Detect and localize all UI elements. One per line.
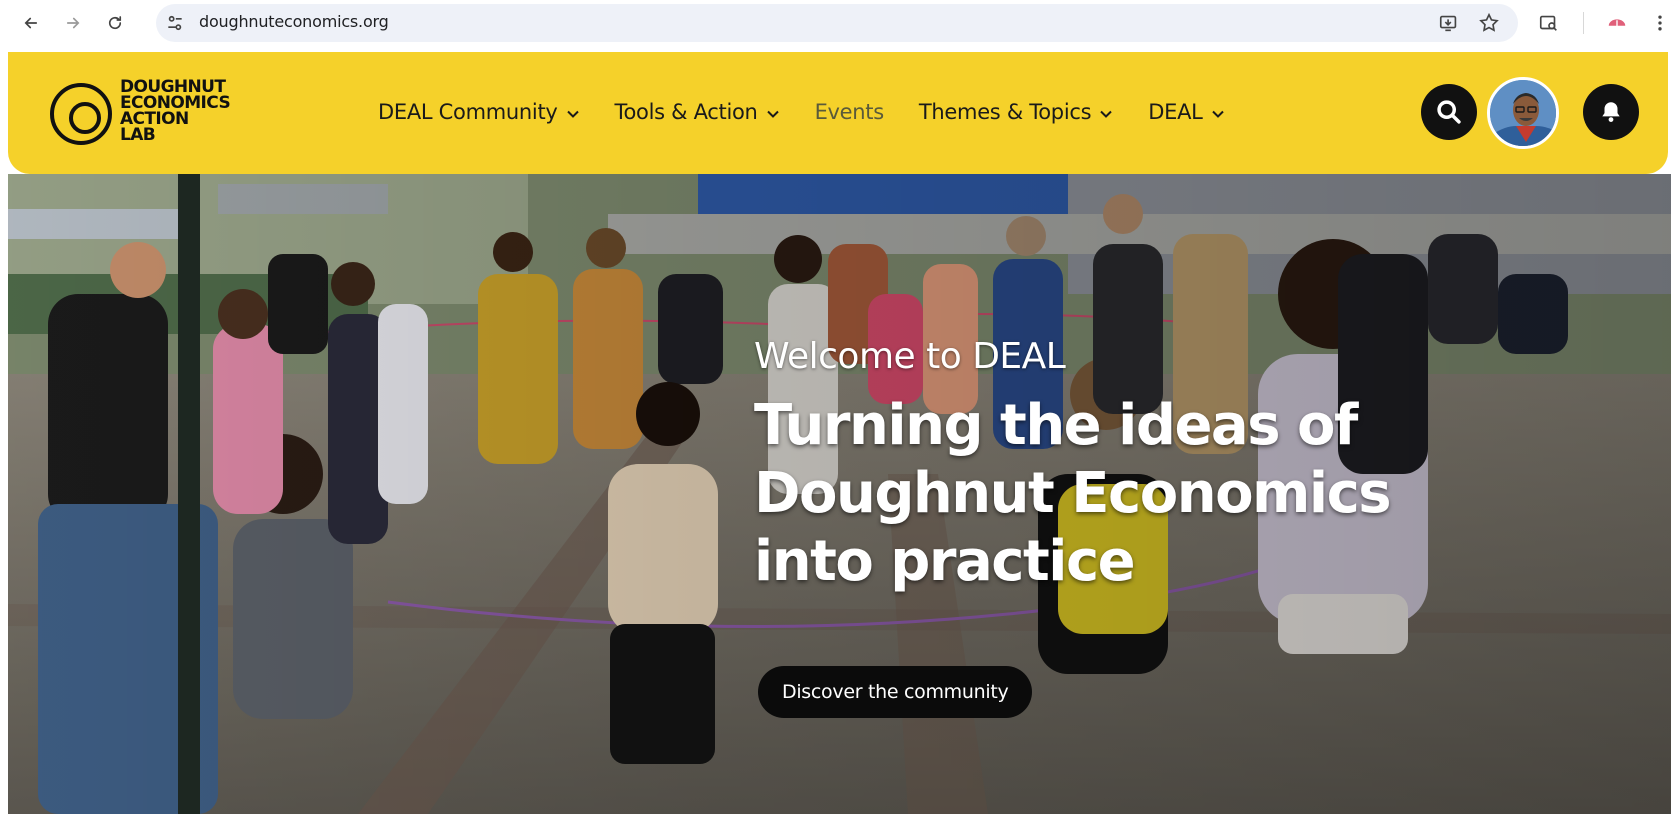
chevron-down-icon [766,110,779,118]
doughnut-logo-icon [50,83,112,145]
star-icon[interactable] [1477,11,1501,35]
nav-label: Events [814,100,885,124]
profile-icon[interactable] [1605,11,1629,35]
nav-label: DEAL Community [378,100,558,124]
chevron-down-icon [1100,110,1112,118]
site-header: DOUGHNUT ECONOMICS ACTION LAB DEAL Commu… [8,52,1668,174]
hero-kicker: Welcome to DEAL [754,336,1066,377]
hero-title: Turning the ideas of Doughnut Economics … [754,393,1392,594]
search-button[interactable] [1421,84,1477,140]
nav-item-tools-action[interactable]: Tools & Action [615,100,780,124]
chevron-down-icon [1211,110,1224,118]
kebab-menu-icon[interactable] [1648,11,1671,35]
main-navigation: DEAL Community Tools & Action Events The… [378,96,1260,128]
search-icon [1437,100,1461,124]
nav-item-deal[interactable]: DEAL [1148,100,1224,124]
reload-icon[interactable] [102,10,128,36]
logo-wordmark: DOUGHNUT ECONOMICS ACTION LAB [120,79,231,145]
search-page-icon[interactable] [1537,11,1561,35]
nav-item-deal-community[interactable]: DEAL Community [378,100,580,124]
back-arrow-icon[interactable] [18,10,44,36]
bell-icon [1602,102,1620,122]
deal-logo[interactable]: DOUGHNUT ECONOMICS ACTION LAB [50,79,240,149]
tune-icon[interactable] [165,13,185,33]
nav-item-themes-topics[interactable]: Themes & Topics [919,100,1113,124]
user-avatar[interactable] [1487,77,1559,149]
notifications-button[interactable] [1583,84,1639,140]
logo-line-4: LAB [120,125,156,145]
forward-arrow-icon[interactable] [60,10,86,36]
nav-item-events[interactable]: Events [814,100,885,124]
url-text[interactable]: doughnuteconomics.org [199,12,389,31]
nav-label: Tools & Action [614,100,758,124]
chevron-down-icon [566,110,579,118]
install-app-icon[interactable] [1437,11,1461,35]
nav-label: Themes & Topics [918,100,1092,124]
toolbar-divider [1583,12,1584,34]
nav-label: DEAL [1148,100,1203,124]
avatar-portrait-icon [1490,80,1556,146]
hero-section: Welcome to DEAL Turning the ideas of Dou… [8,174,1671,814]
discover-community-button[interactable]: Discover the community [758,666,1033,718]
browser-toolbar: doughnuteconomics.org [0,0,1671,46]
